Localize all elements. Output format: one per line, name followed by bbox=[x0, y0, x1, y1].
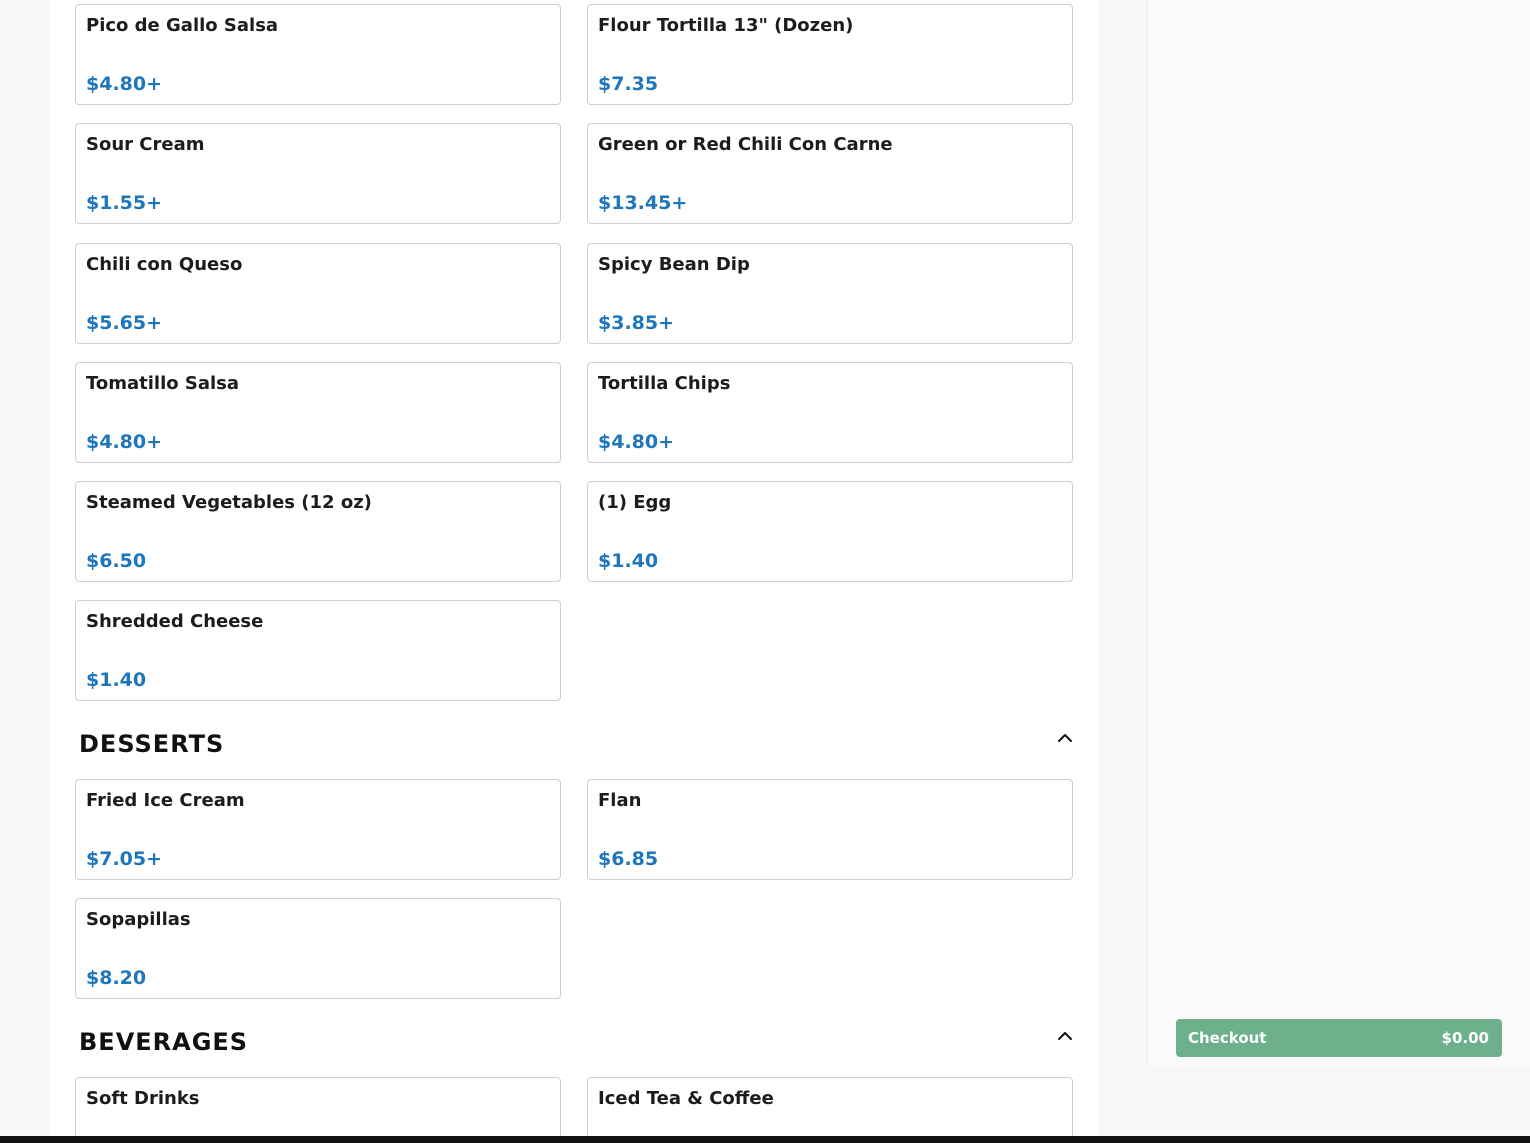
page: Pico de Gallo Salsa $4.80+ Flour Tortill… bbox=[0, 0, 1530, 1143]
item-price: $1.55+ bbox=[86, 192, 163, 214]
item-name: Fried Ice Cream bbox=[86, 790, 245, 811]
item-name: Sour Cream bbox=[86, 134, 205, 155]
checkout-label: Checkout bbox=[1188, 1029, 1267, 1047]
item-price: $3.85+ bbox=[598, 312, 675, 334]
menu-item-card[interactable]: Soft Drinks bbox=[75, 1077, 561, 1143]
checkout-total: $0.00 bbox=[1441, 1029, 1489, 1047]
mid-gutter bbox=[1099, 0, 1147, 1143]
item-price: $7.35 bbox=[598, 73, 659, 95]
item-name: Shredded Cheese bbox=[86, 611, 264, 632]
item-name: Soft Drinks bbox=[86, 1088, 200, 1109]
item-name: Sopapillas bbox=[86, 909, 191, 930]
menu-item-card[interactable]: Flour Tortilla 13" (Dozen) $7.35 bbox=[587, 4, 1073, 105]
item-name: Chili con Queso bbox=[86, 254, 243, 275]
menu-item-card[interactable]: Fried Ice Cream $7.05+ bbox=[75, 779, 561, 880]
menu-item-card[interactable]: Tomatillo Salsa $4.80+ bbox=[75, 362, 561, 463]
item-name: Flour Tortilla 13" (Dozen) bbox=[598, 15, 854, 36]
item-name: Tortilla Chips bbox=[598, 373, 731, 394]
item-name: (1) Egg bbox=[598, 492, 672, 513]
menu-item-card[interactable]: Sopapillas $8.20 bbox=[75, 898, 561, 999]
menu-item-card[interactable]: Green or Red Chili Con Carne $13.45+ bbox=[587, 123, 1073, 224]
item-name: Spicy Bean Dip bbox=[598, 254, 750, 275]
item-price: $8.20 bbox=[86, 967, 147, 989]
menu-list: Pico de Gallo Salsa $4.80+ Flour Tortill… bbox=[50, 0, 1099, 1143]
item-name: Steamed Vegetables (12 oz) bbox=[86, 492, 372, 513]
section-title-desserts: DESSERTS bbox=[79, 730, 225, 758]
item-name: Pico de Gallo Salsa bbox=[86, 15, 279, 36]
menu-item-card[interactable]: Steamed Vegetables (12 oz) $6.50 bbox=[75, 481, 561, 582]
item-name: Green or Red Chili Con Carne bbox=[598, 134, 893, 155]
item-price: $4.80+ bbox=[86, 431, 163, 453]
menu-item-card[interactable]: Sour Cream $1.55+ bbox=[75, 123, 561, 224]
item-price: $4.80+ bbox=[86, 73, 163, 95]
item-price: $1.40 bbox=[86, 669, 147, 691]
item-price: $5.65+ bbox=[86, 312, 163, 334]
item-price: $13.45+ bbox=[598, 192, 688, 214]
menu-item-card[interactable]: Chili con Queso $5.65+ bbox=[75, 243, 561, 344]
item-price: $6.50 bbox=[86, 550, 147, 572]
chevron-up-icon bbox=[1058, 1032, 1072, 1040]
checkout-button[interactable]: Checkout $0.00 bbox=[1176, 1019, 1502, 1057]
menu-item-card[interactable]: Pico de Gallo Salsa $4.80+ bbox=[75, 4, 561, 105]
item-name: Flan bbox=[598, 790, 642, 811]
item-price: $6.85 bbox=[598, 848, 659, 870]
item-price: $7.05+ bbox=[86, 848, 163, 870]
bottom-bar bbox=[0, 1136, 1530, 1143]
left-gutter bbox=[0, 0, 50, 1143]
cart-panel bbox=[1147, 0, 1530, 1068]
menu-item-card[interactable]: Tortilla Chips $4.80+ bbox=[587, 362, 1073, 463]
menu-item-card[interactable]: Spicy Bean Dip $3.85+ bbox=[587, 243, 1073, 344]
section-title-beverages: BEVERAGES bbox=[79, 1028, 249, 1056]
menu-item-card[interactable]: Iced Tea & Coffee bbox=[587, 1077, 1073, 1143]
chevron-up-icon bbox=[1058, 734, 1072, 742]
item-price: $1.40 bbox=[598, 550, 659, 572]
menu-item-card[interactable]: Flan $6.85 bbox=[587, 779, 1073, 880]
menu-item-card[interactable]: Shredded Cheese $1.40 bbox=[75, 600, 561, 701]
cart-footer bbox=[1147, 1068, 1530, 1143]
item-name: Iced Tea & Coffee bbox=[598, 1088, 774, 1109]
desserts-collapse-toggle[interactable] bbox=[1054, 726, 1076, 748]
beverages-collapse-toggle[interactable] bbox=[1054, 1024, 1076, 1046]
item-name: Tomatillo Salsa bbox=[86, 373, 240, 394]
item-price: $4.80+ bbox=[598, 431, 675, 453]
menu-item-card[interactable]: (1) Egg $1.40 bbox=[587, 481, 1073, 582]
